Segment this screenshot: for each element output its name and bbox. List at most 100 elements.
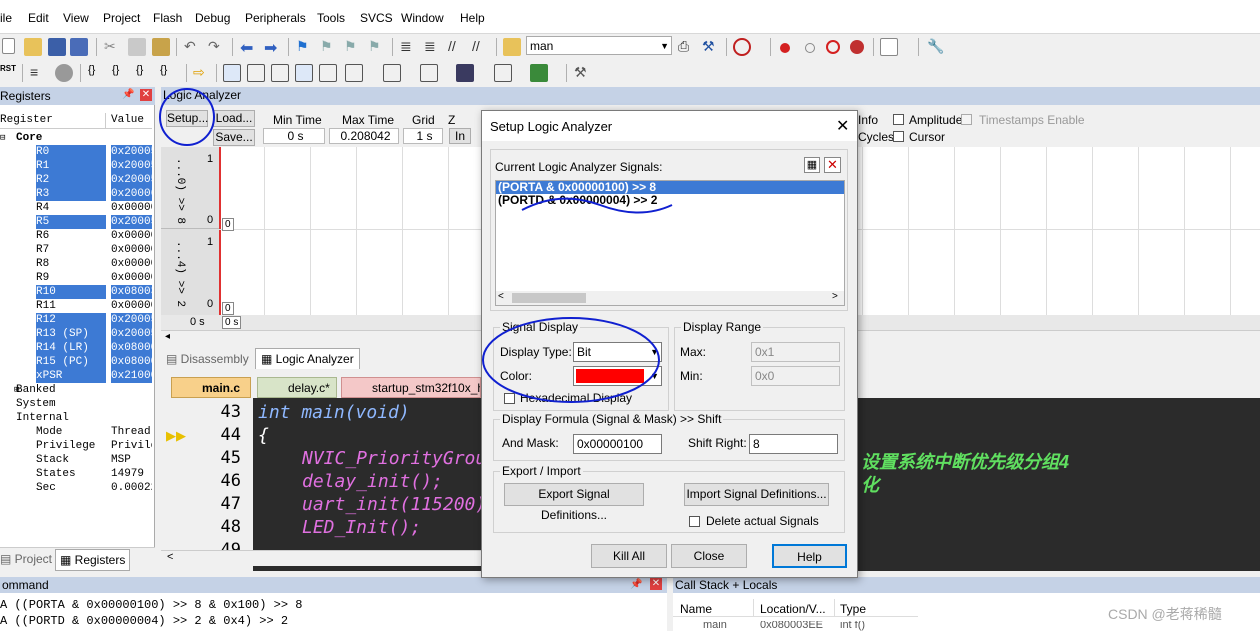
scroll-right-icon[interactable]: > <box>832 291 838 302</box>
register-value[interactable]: 0x20005 <box>111 159 152 173</box>
register-value[interactable]: 0x20005 <box>111 173 152 187</box>
register-group-banked[interactable]: ⊞ Banked <box>0 383 152 397</box>
run-to-cursor-icon[interactable]: {} <box>160 64 178 82</box>
editor-scrollbar[interactable]: < <box>161 550 481 566</box>
system-viewer-icon[interactable] <box>530 64 548 82</box>
code-line[interactable]: LED_Init(); <box>302 517 421 538</box>
unindent-icon[interactable]: ≣ <box>424 38 442 56</box>
import-button[interactable]: Import Signal Definitions... <box>684 483 829 506</box>
help-button[interactable]: Help <box>772 544 847 568</box>
hex-display-checkbox[interactable] <box>504 393 515 404</box>
bookmark-clear-icon[interactable]: ⚑ <box>368 38 386 56</box>
register-value[interactable]: 0x20005 <box>111 215 152 229</box>
zoom-in-button[interactable]: In <box>449 128 471 144</box>
register-row[interactable]: R13 (SP) 0x20005 <box>0 327 152 341</box>
signal-item-2[interactable]: (PORTD & 0x00000004) >> 2 <box>496 194 844 207</box>
print-icon[interactable]: ⎙ <box>678 38 696 56</box>
menu-view[interactable]: View <box>63 11 89 25</box>
register-value[interactable]: 0x00000 <box>111 271 152 285</box>
menu-debug[interactable]: Debug <box>195 11 230 25</box>
run-icon[interactable]: ≡ <box>30 64 48 82</box>
configure-icon[interactable]: 🔧 <box>927 38 945 56</box>
register-row[interactable]: R15 (PC) 0x08000 <box>0 355 152 369</box>
register-value[interactable]: 0x00000 <box>111 299 152 313</box>
amplitude-checkbox[interactable] <box>893 114 904 125</box>
signal-row-1[interactable]: ...0) >> 8 1 0 <box>161 147 219 229</box>
forward-icon[interactable]: ➡ <box>264 38 282 57</box>
bookmark-prev-icon[interactable]: ⚑ <box>320 38 338 56</box>
scroll-left-icon[interactable]: < <box>498 291 504 302</box>
register-row[interactable]: R4 0x00000 <box>0 201 152 215</box>
shift-right-input[interactable]: 8 <box>749 434 838 454</box>
register-group-core[interactable]: ⊟ Core <box>0 131 152 145</box>
find-in-files-icon[interactable] <box>503 38 521 56</box>
min-input[interactable]: 0x0 <box>751 366 840 386</box>
scroll-left-icon[interactable]: < <box>167 551 173 563</box>
analysis-window-icon[interactable] <box>456 64 474 82</box>
delete-signals-checkbox[interactable] <box>689 516 700 527</box>
trace-window-icon[interactable] <box>494 64 512 82</box>
register-row[interactable]: R10 0x08003 <box>0 285 152 299</box>
tab-main-c[interactable]: main.c <box>171 377 251 398</box>
save-icon[interactable] <box>48 38 66 56</box>
save-all-icon[interactable] <box>70 38 88 56</box>
register-value[interactable]: 0x20005 <box>111 327 152 341</box>
tab-logic-analyzer[interactable]: ▦ Logic Analyzer <box>255 348 360 369</box>
show-next-statement-icon[interactable]: ⇨ <box>193 64 211 82</box>
bookmark-icon[interactable]: ⚑ <box>296 38 314 56</box>
register-row[interactable]: R6 0x00000 <box>0 229 152 243</box>
color-select[interactable]: ▼ <box>573 366 662 386</box>
undo-icon[interactable]: ↶ <box>184 38 202 56</box>
menu-svcs[interactable]: SVCS <box>360 11 393 25</box>
close-icon[interactable]: ✕ <box>836 116 849 136</box>
call-stack-window-icon[interactable] <box>319 64 337 82</box>
close-button[interactable]: Close <box>671 544 747 568</box>
tab-disassembly[interactable]: ▤ Disassembly <box>166 352 249 366</box>
uncomment-icon[interactable]: // <box>472 38 490 56</box>
internal-row[interactable]: Stack MSP <box>0 453 152 467</box>
window-layout-icon[interactable] <box>880 38 898 56</box>
signal-row-2[interactable]: ...4) >> 2 1 0 <box>161 230 219 315</box>
code-line[interactable]: NVIC_PriorityGrou <box>302 448 486 469</box>
timestamps-checkbox[interactable] <box>961 114 972 125</box>
internal-row[interactable]: Mode Thread <box>0 425 152 439</box>
bookmark-next-icon[interactable]: ⚑ <box>344 38 362 56</box>
menu-flash[interactable]: Flash <box>153 11 182 25</box>
setup-button[interactable]: Setup... <box>166 110 208 127</box>
register-value[interactable]: 0x08003 <box>111 285 152 299</box>
save-button[interactable]: Save... <box>213 129 255 146</box>
tab-project[interactable]: ▤ Project <box>0 552 52 566</box>
register-value[interactable]: 0x20005 <box>111 145 152 159</box>
copy-icon[interactable] <box>128 38 146 56</box>
register-row[interactable]: R9 0x00000 <box>0 271 152 285</box>
register-value[interactable]: 0x08000 <box>111 341 152 355</box>
pin-icon[interactable]: 📌 <box>122 87 134 103</box>
breakpoint-disable-icon[interactable] <box>805 43 815 53</box>
debug-session-icon[interactable] <box>733 38 751 56</box>
redo-icon[interactable]: ↷ <box>208 38 226 56</box>
register-row[interactable]: R2 0x20005 <box>0 173 152 187</box>
register-value[interactable]: 0x00000 <box>111 243 152 257</box>
menu-edit[interactable]: Edit <box>28 11 49 25</box>
code-line[interactable]: int main(void) <box>258 402 410 423</box>
internal-row[interactable]: Sec 0.00022 <box>0 481 152 495</box>
watch-window-icon[interactable] <box>345 64 363 82</box>
close-icon[interactable]: ✕ <box>140 89 152 101</box>
register-row[interactable]: R12 0x20005 <box>0 313 152 327</box>
target-select[interactable]: man ▼ <box>526 36 672 55</box>
code-line[interactable]: { <box>258 425 269 446</box>
scroll-thumb[interactable] <box>512 293 586 303</box>
max-input[interactable]: 0x1 <box>751 342 840 362</box>
code-line[interactable]: uart_init(115200) <box>302 494 486 515</box>
step-out-icon[interactable]: {} <box>136 64 154 82</box>
register-value[interactable]: 0x08000 <box>111 355 152 369</box>
signals-scrollbar[interactable]: < > <box>496 291 844 305</box>
toolbox-icon[interactable]: ⚒ <box>574 64 592 82</box>
tab-registers[interactable]: ▦ Registers <box>55 549 131 571</box>
register-row[interactable]: R11 0x00000 <box>0 299 152 313</box>
and-mask-input[interactable]: 0x00000100 <box>573 434 662 454</box>
register-value[interactable]: 0x20005 <box>111 313 152 327</box>
tab-startup[interactable]: startup_stm32f10x_hd <box>341 377 481 398</box>
register-row[interactable]: R1 0x20005 <box>0 159 152 173</box>
register-row[interactable]: R5 0x20005 <box>0 215 152 229</box>
